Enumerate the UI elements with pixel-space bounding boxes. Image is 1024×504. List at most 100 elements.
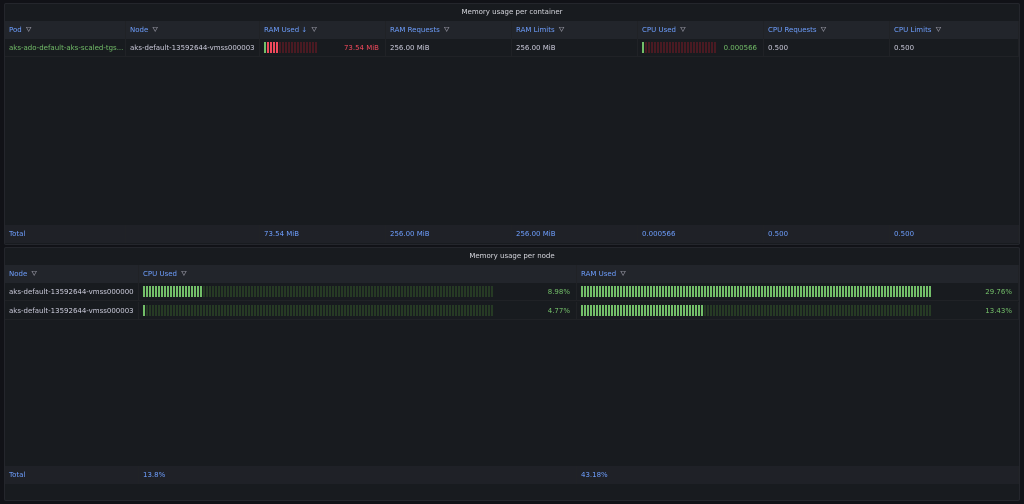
gauge-segment xyxy=(401,305,403,316)
gauge-segment xyxy=(791,305,793,316)
filter-icon[interactable]: ⛛ xyxy=(26,26,32,35)
container-memory-panel: Memory usage per container Pod ⛛ Node ⛛ RA… xyxy=(4,3,1020,245)
gauge-segment xyxy=(635,305,637,316)
gauge-segment xyxy=(920,305,922,316)
gauge-segment xyxy=(257,286,259,297)
header-label: CPU Limits xyxy=(894,26,932,34)
col-ram-used[interactable]: RAM Used ⛛ xyxy=(577,265,1019,283)
gauge-segment xyxy=(293,286,295,297)
gauge-segment xyxy=(416,286,418,297)
gauge-segment xyxy=(647,305,649,316)
gauge-segment xyxy=(434,286,436,297)
cpu-limits-cell: 0.500 xyxy=(890,39,1019,56)
gauge-segment xyxy=(362,305,364,316)
gauge-segment xyxy=(614,286,616,297)
col-cpu-requests[interactable]: CPU Requests ⛛ xyxy=(764,21,890,39)
gauge-segment xyxy=(326,305,328,316)
gauge-segment xyxy=(308,305,310,316)
gauge-segment xyxy=(191,305,193,316)
filter-icon[interactable]: ⛛ xyxy=(311,26,317,35)
gauge-segment xyxy=(839,305,841,316)
gauge-segment xyxy=(386,305,388,316)
col-ram-limits[interactable]: RAM Limits ⛛ xyxy=(512,21,638,39)
filter-icon[interactable]: ⛛ xyxy=(821,26,827,35)
gauge-segment xyxy=(785,305,787,316)
filter-icon[interactable]: ⛛ xyxy=(680,26,686,35)
table-header: Pod ⛛ Node ⛛ RAM Used ↓ ⛛ RAM Requests ⛛ RAM… xyxy=(5,21,1019,39)
gauge-segment xyxy=(182,286,184,297)
col-cpu-limits[interactable]: CPU Limits ⛛ xyxy=(890,21,1019,39)
gauge-segment xyxy=(911,305,913,316)
gauge-segment xyxy=(809,305,811,316)
gauge-segment xyxy=(173,305,175,316)
gauge-segment xyxy=(722,305,724,316)
gauge-segment xyxy=(167,305,169,316)
gauge-segment xyxy=(296,305,298,316)
gauge-segment xyxy=(710,286,712,297)
filter-icon[interactable]: ⛛ xyxy=(620,270,626,279)
gauge-segment xyxy=(917,286,919,297)
gauge-segment xyxy=(143,286,145,297)
gauge-segment xyxy=(329,286,331,297)
gauge-segment xyxy=(905,305,907,316)
gauge-segment xyxy=(689,305,691,316)
col-cpu-used[interactable]: CPU Used ⛛ xyxy=(139,265,577,283)
table-header: Node ⛛ CPU Used ⛛ RAM Used ⛛ xyxy=(5,265,1019,283)
gauge-segment xyxy=(737,286,739,297)
gauge-segment xyxy=(285,42,287,53)
filter-icon[interactable]: ⛛ xyxy=(559,26,565,35)
gauge-segment xyxy=(383,286,385,297)
gauge-segment xyxy=(335,305,337,316)
filter-icon[interactable]: ⛛ xyxy=(935,26,941,35)
gauge-segment xyxy=(671,305,673,316)
gauge-segment xyxy=(377,305,379,316)
gauge-segment xyxy=(693,42,695,53)
gauge-segment xyxy=(476,305,478,316)
filter-icon[interactable]: ⛛ xyxy=(31,270,37,279)
gauge-segment xyxy=(410,286,412,297)
gauge-segment xyxy=(242,305,244,316)
gauge-segment xyxy=(665,305,667,316)
gauge-segment xyxy=(672,42,674,53)
gauge-segment xyxy=(455,305,457,316)
gauge-segment xyxy=(251,305,253,316)
gauge-segment xyxy=(675,42,677,53)
col-node[interactable]: Node ⛛ xyxy=(5,265,139,283)
gauge-segment xyxy=(267,42,269,53)
total-ram-requests: 256.00 MiB xyxy=(386,225,512,243)
gauge-segment xyxy=(704,305,706,316)
gauge-segment xyxy=(926,286,928,297)
col-pod[interactable]: Pod ⛛ xyxy=(5,21,126,39)
col-ram-used[interactable]: RAM Used ↓ ⛛ xyxy=(260,21,386,39)
col-node[interactable]: Node ⛛ xyxy=(126,21,260,39)
col-cpu-used[interactable]: CPU Used ⛛ xyxy=(638,21,764,39)
gauge-segment xyxy=(770,305,772,316)
gauge-segment xyxy=(230,286,232,297)
gauge-segment xyxy=(269,286,271,297)
gauge-segment xyxy=(666,42,668,53)
gauge-segment xyxy=(654,42,656,53)
ram-used-value: 73.54 MiB xyxy=(343,43,379,52)
pod-name: aks-ado-default-aks-scaled-tgs... xyxy=(5,39,126,56)
gauge-segment xyxy=(641,305,643,316)
gauge-segment xyxy=(662,286,664,297)
ram-used-gauge xyxy=(264,42,317,53)
gauge-segment xyxy=(920,286,922,297)
gauge-segment xyxy=(896,305,898,316)
col-ram-requests[interactable]: RAM Requests ⛛ xyxy=(386,21,512,39)
ram-used-gauge xyxy=(581,305,931,316)
gauge-segment xyxy=(410,305,412,316)
gauge-segment xyxy=(149,305,151,316)
filter-icon[interactable]: ⛛ xyxy=(152,26,158,35)
gauge-segment xyxy=(320,305,322,316)
gauge-segment xyxy=(743,305,745,316)
gauge-segment xyxy=(314,286,316,297)
filter-icon[interactable]: ⛛ xyxy=(444,26,450,35)
gauge-segment xyxy=(734,305,736,316)
gauge-segment xyxy=(281,305,283,316)
gauge-segment xyxy=(245,305,247,316)
gauge-segment xyxy=(491,286,493,297)
gauge-segment xyxy=(684,42,686,53)
gauge-segment xyxy=(611,286,613,297)
filter-icon[interactable]: ⛛ xyxy=(181,270,187,279)
